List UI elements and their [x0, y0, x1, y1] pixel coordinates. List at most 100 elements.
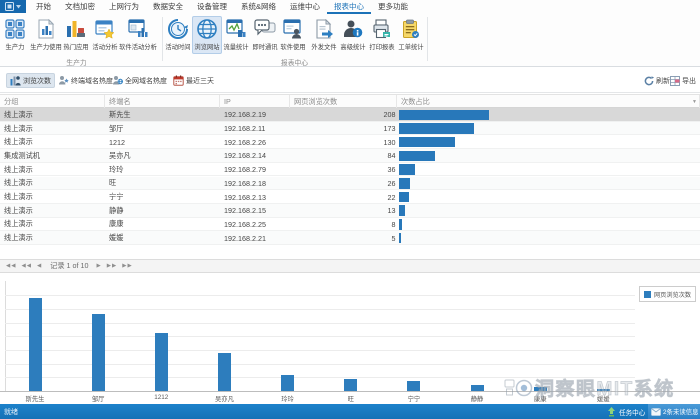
pager-first-button[interactable]: ◀◀ — [6, 263, 16, 269]
chart-bar[interactable] — [218, 353, 231, 391]
chart-bar[interactable] — [29, 298, 42, 391]
cell-terminal: 1212 — [105, 135, 220, 149]
ribbon-button-label: 外发文件 — [311, 42, 336, 51]
activity-time-icon — [167, 18, 189, 40]
grid-row[interactable]: 集成测试机吴亦凡192.168.2.1484 — [0, 149, 700, 163]
ribbon-button[interactable]: 高级统计 — [338, 16, 368, 54]
ribbon-button-label: 生产力使用 — [30, 42, 61, 51]
grid-row[interactable]: 线上演示康康192.168.2.258 — [0, 218, 700, 232]
app-menu-button[interactable] — [0, 0, 26, 13]
chart-bar[interactable] — [597, 389, 610, 391]
cell-group: 线上演示 — [0, 163, 105, 177]
view-toolbar-item[interactable]: 全网域名热度 — [109, 73, 170, 88]
grid-row[interactable]: 线上演示1212192.168.2.26130 — [0, 135, 700, 149]
cell-ip: 192.168.2.26 — [220, 135, 290, 149]
pager-prev-page-button[interactable]: ◀◀ — [21, 263, 31, 269]
view-toolbar-item[interactable]: 终端域名热度 — [55, 73, 116, 88]
grid-row[interactable]: 线上演示邹厅192.168.2.11173 — [0, 122, 700, 136]
chart-gridline — [5, 309, 635, 310]
ratio-bar — [399, 192, 409, 203]
global-domain-icon — [112, 75, 123, 86]
ribbon-tab[interactable]: 运维中心 — [283, 0, 327, 14]
ratio-bar — [399, 123, 474, 134]
ratio-bar — [399, 219, 402, 230]
pager-next-button[interactable]: ▶ — [97, 263, 102, 269]
ribbon-tab[interactable]: 更多功能 — [371, 0, 415, 14]
chart-bar[interactable] — [281, 375, 294, 391]
grid-row[interactable]: 线上演示宁宁192.168.2.1322 — [0, 190, 700, 204]
ribbon-tab[interactable]: 报表中心 — [327, 0, 371, 14]
cell-terminal: 邹厅 — [105, 122, 220, 136]
task-center-button[interactable]: 任务中心 — [607, 404, 645, 419]
cell-terminal: 媛媛 — [105, 231, 220, 245]
ratio-bar — [399, 205, 405, 216]
chart-bar[interactable] — [344, 379, 357, 391]
chart-bar[interactable] — [534, 387, 547, 391]
grid-column-header[interactable]: 终端名 — [105, 95, 220, 108]
ribbon-button-label: 活动时间 — [165, 42, 190, 51]
ribbon-button[interactable]: 外发文件 — [309, 16, 339, 54]
ribbon-tab[interactable]: 系统&网络 — [234, 0, 283, 14]
pager-next-page-button[interactable]: ▶▶ — [107, 263, 117, 269]
chart-bar[interactable] — [155, 333, 168, 391]
ribbon-tab[interactable]: 上网行为 — [102, 0, 146, 14]
ribbon-tab[interactable]: 设备管理 — [190, 0, 234, 14]
grid-row[interactable]: 线上演示旺192.168.2.1826 — [0, 177, 700, 191]
ribbon-button[interactable]: 软件活动分析 — [114, 16, 162, 54]
pager-record-label: 记录 1 of 10 — [50, 261, 88, 271]
outgoing-files-icon — [313, 18, 335, 40]
cell-terminal: 斯先生 — [105, 108, 220, 122]
grid-row[interactable]: 线上演示静静192.168.2.1513 — [0, 204, 700, 218]
refresh-button[interactable]: 刷新 — [644, 73, 670, 88]
ribbon-button[interactable]: 浏览网站 — [192, 16, 222, 54]
grid-column-header[interactable]: 分组 — [0, 95, 105, 108]
grid-row[interactable]: 线上演示媛媛192.168.2.215 — [0, 231, 700, 245]
cell-ip: 192.168.2.21 — [220, 231, 290, 245]
cell-count: 208 — [290, 108, 397, 122]
chart-x-label: 静静 — [471, 394, 484, 403]
cell-group: 线上演示 — [0, 190, 105, 204]
grid-column-header[interactable]: 次数占比 — [397, 95, 700, 108]
ribbon-button-label: 即时通讯 — [252, 42, 277, 51]
browse-count-icon — [10, 75, 21, 86]
status-bar: 就绪 任务中心 2条未读信息 — [0, 404, 700, 419]
bar-chart: 网页浏览次数 斯先生邹厅1212吴亦凡玲玲旺宁宁静静康康媛媛 — [0, 273, 700, 404]
ribbon-tab[interactable]: 文档加密 — [58, 0, 102, 14]
view-toolbar-item-label: 终端域名热度 — [71, 76, 113, 86]
ribbon-button[interactable]: 打印报表 — [367, 16, 397, 54]
cell-count: 130 — [290, 135, 397, 149]
ribbon-button[interactable]: 活动时间 — [163, 16, 193, 54]
ribbon-tab[interactable]: 数据安全 — [146, 0, 190, 14]
unread-messages-button[interactable]: 2条未读信息 — [648, 404, 700, 419]
view-toolbar-item[interactable]: 浏览次数 — [6, 73, 55, 88]
ribbon: 生产力生产力使用热门应用活动分析软件活动分析生产力活动时间浏览网站流量统计即时通… — [0, 14, 700, 67]
chart-x-label: 媛媛 — [597, 394, 610, 403]
ribbon-tab[interactable]: 开始 — [29, 0, 58, 14]
view-toolbar-item[interactable]: 最近三天 — [170, 73, 217, 88]
ribbon-button-label: 高级统计 — [340, 42, 365, 51]
cell-ip: 192.168.2.79 — [220, 163, 290, 177]
pager-last-button[interactable]: ▶▶ — [122, 263, 132, 269]
ribbon-button-label: 热门应用 — [63, 42, 88, 51]
instant-message-icon — [254, 18, 276, 40]
ribbon-button[interactable]: 软件使用 — [278, 16, 308, 54]
activity-analysis-icon — [94, 18, 116, 40]
chart-x-label: 宁宁 — [408, 394, 421, 403]
pager-prev-button[interactable]: ◀ — [37, 263, 42, 269]
export-icon — [670, 76, 680, 86]
ribbon-button[interactable]: 工单统计 — [396, 16, 426, 54]
ribbon-button-label: 打印报表 — [369, 42, 394, 51]
grid-row[interactable]: 线上演示斯先生192.168.2.19208 — [0, 108, 700, 122]
ribbon-group-label: 生产力 — [66, 57, 86, 67]
chart-bar[interactable] — [407, 381, 420, 391]
ribbon-button[interactable]: 即时通讯 — [250, 16, 280, 54]
export-button[interactable]: 导出 — [670, 73, 696, 88]
ribbon-button[interactable]: 流量统计 — [221, 16, 251, 54]
cell-count: 36 — [290, 163, 397, 177]
chart-bar[interactable] — [471, 385, 484, 391]
chart-bar[interactable] — [92, 314, 105, 391]
grid-column-header[interactable]: IP — [220, 95, 290, 108]
productivity-grid-icon — [4, 18, 26, 40]
grid-column-header[interactable]: 网页浏览次数 — [290, 95, 397, 108]
grid-row[interactable]: 线上演示玲玲192.168.2.7936 — [0, 163, 700, 177]
